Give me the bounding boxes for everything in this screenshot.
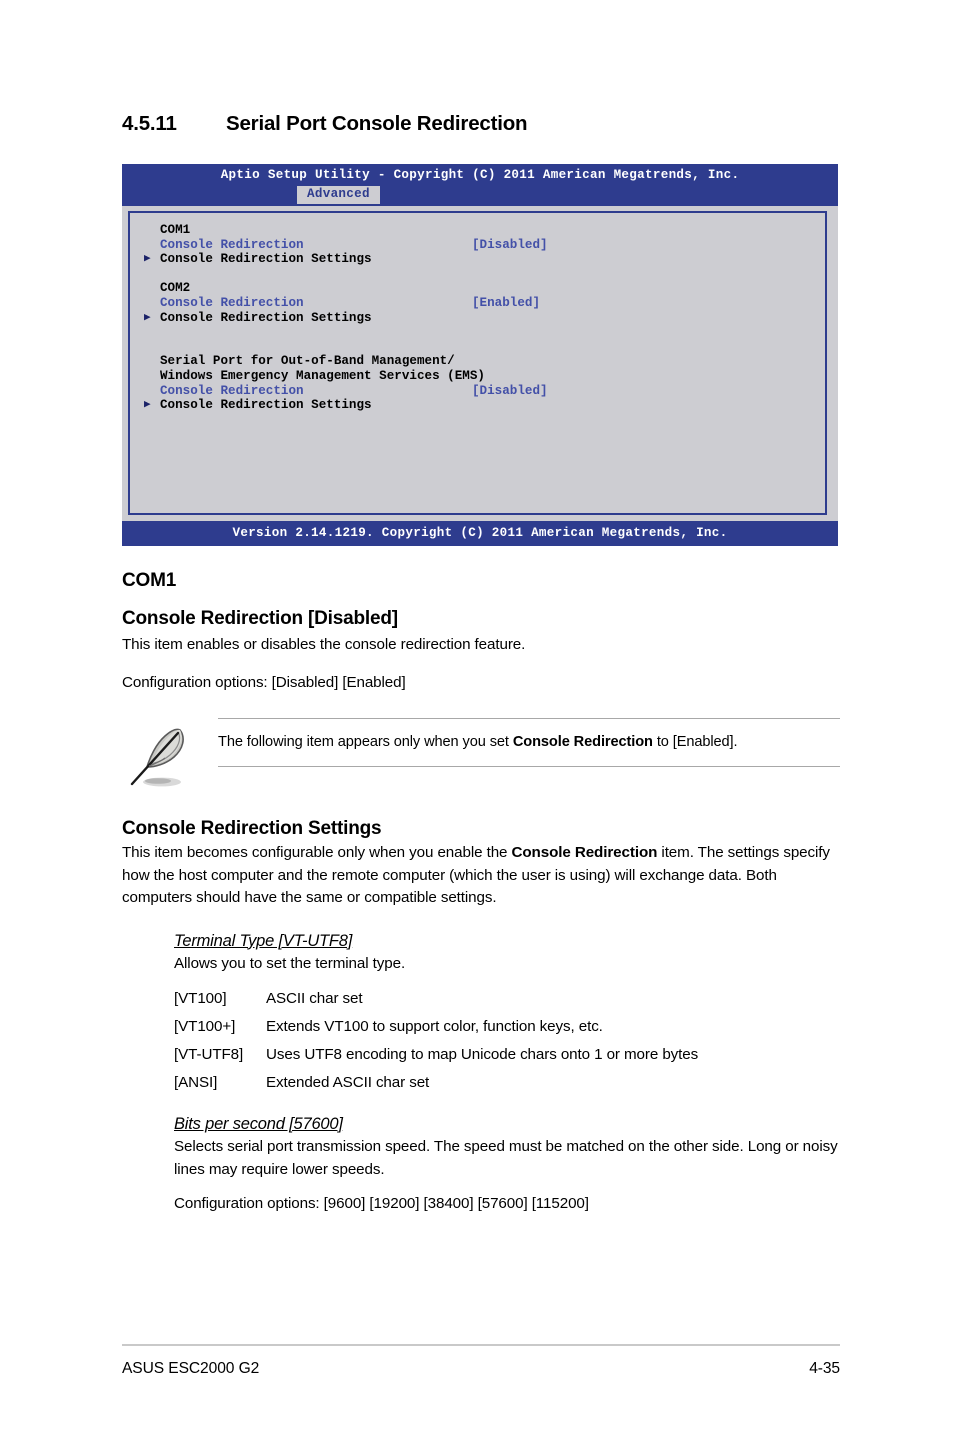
console-redirection-config-options: Configuration options: [Disabled] [Enabl… xyxy=(122,673,406,691)
com1-heading: COM1 xyxy=(122,570,177,591)
bios-group-text: Serial Port for Out-of-Band Management/ xyxy=(160,354,455,369)
settings-desc-part1: This item becomes configurable only when… xyxy=(122,844,512,861)
bios-item-value: [Enabled] xyxy=(472,295,541,310)
page-content: 4.5.11 Serial Port Console Redirection A… xyxy=(122,112,840,1216)
note-text: The following item appears only when you… xyxy=(218,732,840,752)
bios-header-bar: Aptio Setup Utility - Copyright (C) 2011… xyxy=(122,164,838,206)
note-body: The following item appears only when you… xyxy=(218,718,840,767)
console-redirection-settings-heading: Console Redirection Settings xyxy=(122,818,382,839)
list-item: [ANSI] Extended ASCII char set xyxy=(174,1069,840,1097)
bios-spacer-row xyxy=(144,340,825,355)
bios-spacer-row xyxy=(144,267,825,282)
section-number: 4.5.11 xyxy=(122,112,177,135)
bios-item-console-redirection-settings-ems[interactable]: ▶ Console Redirection Settings xyxy=(144,398,825,413)
bios-group-label-ems-line1: ▶ Serial Port for Out-of-Band Management… xyxy=(144,354,825,369)
option-value: ASCII char set xyxy=(266,990,363,1007)
submenu-arrow-icon: ▶ xyxy=(144,399,151,412)
terminal-type-title: Terminal Type [VT-UTF8] xyxy=(174,931,353,950)
bios-screenshot: Aptio Setup Utility - Copyright (C) 2011… xyxy=(122,164,838,546)
bits-per-second-description: Selects serial port transmission speed. … xyxy=(174,1138,838,1178)
bios-item-label: Console Redirection Settings xyxy=(160,252,372,267)
manual-page: 4.5.11 Serial Port Console Redirection A… xyxy=(0,0,954,1438)
section-title: Serial Port Console Redirection xyxy=(226,112,528,135)
bios-group-text: Windows Emergency Management Services (E… xyxy=(160,368,485,383)
bios-footer-bar: Version 2.14.1219. Copyright (C) 2011 Am… xyxy=(122,521,838,546)
bios-group-text: COM1 xyxy=(160,223,191,237)
note-text-after: to [Enabled]. xyxy=(652,734,738,750)
console-redirection-settings-description: This item becomes configurable only when… xyxy=(122,842,840,910)
settings-desc-bold: Console Redirection xyxy=(511,844,658,861)
option-key: [VT-UTF8] xyxy=(174,1046,244,1063)
spacer-icon: ▶ xyxy=(144,354,160,369)
note-text-before: The following item appears only when you… xyxy=(218,734,513,750)
bios-spacer-row xyxy=(144,325,825,340)
bios-item-label: Console Redirection xyxy=(160,383,304,398)
note-box: The following item appears only when you… xyxy=(122,718,840,792)
bios-item-label: Console Redirection xyxy=(160,295,304,310)
spacer-icon: ▶ xyxy=(144,384,160,399)
terminal-type-block: Terminal Type [VT-UTF8] Allows you to se… xyxy=(174,932,840,1098)
footer-row: ASUS ESC2000 G2 4-35 xyxy=(122,1360,840,1378)
spacer-icon: ▶ xyxy=(144,281,160,296)
spacer-icon: ▶ xyxy=(144,223,160,238)
console-redirection-heading: Console Redirection [Disabled] xyxy=(122,608,398,629)
bios-item-value: [Disabled] xyxy=(472,237,548,252)
spacer-icon: ▶ xyxy=(144,369,160,384)
spacer-icon: ▶ xyxy=(144,238,160,253)
option-value: Uses UTF8 encoding to map Unicode chars … xyxy=(266,1046,699,1063)
list-item: [VT-UTF8] Uses UTF8 encoding to map Unic… xyxy=(174,1041,840,1069)
quill-pen-icon xyxy=(128,722,194,790)
option-key: [VT100+] xyxy=(174,1018,236,1035)
bios-group-text: COM2 xyxy=(160,281,191,296)
bios-item-console-redirection-com1[interactable]: ▶ Console Redirection [Disabled] xyxy=(144,238,825,253)
terminal-type-option-list: [VT100] ASCII char set [VT100+] Extends … xyxy=(174,985,840,1097)
bios-panel-wrapper: ▶ COM1 ▶ Console Redirection [Disabled] … xyxy=(122,206,838,521)
bios-group-label-com2: ▶ COM2 xyxy=(144,281,825,296)
bits-per-second-config-options: Configuration options: [9600] [19200] [3… xyxy=(174,1195,589,1212)
page-footer: ASUS ESC2000 G2 4-35 xyxy=(122,1344,840,1378)
submenu-arrow-icon: ▶ xyxy=(144,311,151,324)
bios-item-console-redirection-settings-com2[interactable]: ▶ Console Redirection Settings xyxy=(144,311,825,326)
list-item: [VT100] ASCII char set xyxy=(174,985,840,1013)
bios-item-value: [Disabled] xyxy=(472,383,548,398)
bios-group-label-com1: ▶ COM1 xyxy=(144,223,825,238)
page-title: 4.5.11 Serial Port Console Redirection xyxy=(122,112,840,136)
bits-per-second-block: Bits per second [57600] Selects serial p… xyxy=(174,1115,840,1216)
bios-item-label: Console Redirection Settings xyxy=(160,398,372,413)
footer-product-name: ASUS ESC2000 G2 xyxy=(122,1360,260,1377)
note-text-bold: Console Redirection xyxy=(512,734,653,750)
option-value: Extended ASCII char set xyxy=(266,1074,430,1091)
bios-content-panel: ▶ COM1 ▶ Console Redirection [Disabled] … xyxy=(128,211,827,515)
bios-tab-advanced[interactable]: Advanced xyxy=(297,186,380,204)
option-key: [ANSI] xyxy=(174,1074,218,1091)
option-value: Extends VT100 to support color, function… xyxy=(266,1018,603,1035)
bios-header-title: Aptio Setup Utility - Copyright (C) 2011… xyxy=(220,168,740,182)
submenu-arrow-icon: ▶ xyxy=(144,253,151,266)
bits-per-second-title: Bits per second [57600] xyxy=(174,1115,343,1133)
footer-page-number: 4-35 xyxy=(809,1360,840,1377)
bios-item-label: Console Redirection xyxy=(160,237,304,252)
footer-divider xyxy=(122,1344,840,1346)
list-item: [VT100+] Extends VT100 to support color,… xyxy=(174,1013,840,1041)
bios-item-list: ▶ COM1 ▶ Console Redirection [Disabled] … xyxy=(130,223,825,413)
console-redirection-description: This item enables or disables the consol… xyxy=(122,636,526,653)
option-key: [VT100] xyxy=(174,990,227,1007)
terminal-type-description: Allows you to set the terminal type. xyxy=(174,954,406,972)
bios-item-console-redirection-com2[interactable]: ▶ Console Redirection [Enabled] xyxy=(144,296,825,311)
bios-item-console-redirection-settings-com1[interactable]: ▶ Console Redirection Settings xyxy=(144,252,825,267)
spacer-icon: ▶ xyxy=(144,296,160,311)
bios-item-console-redirection-ems[interactable]: ▶ Console Redirection [Disabled] xyxy=(144,384,825,399)
bios-item-label: Console Redirection Settings xyxy=(160,310,372,325)
bios-group-label-ems-line2: ▶ Windows Emergency Management Services … xyxy=(144,369,825,384)
